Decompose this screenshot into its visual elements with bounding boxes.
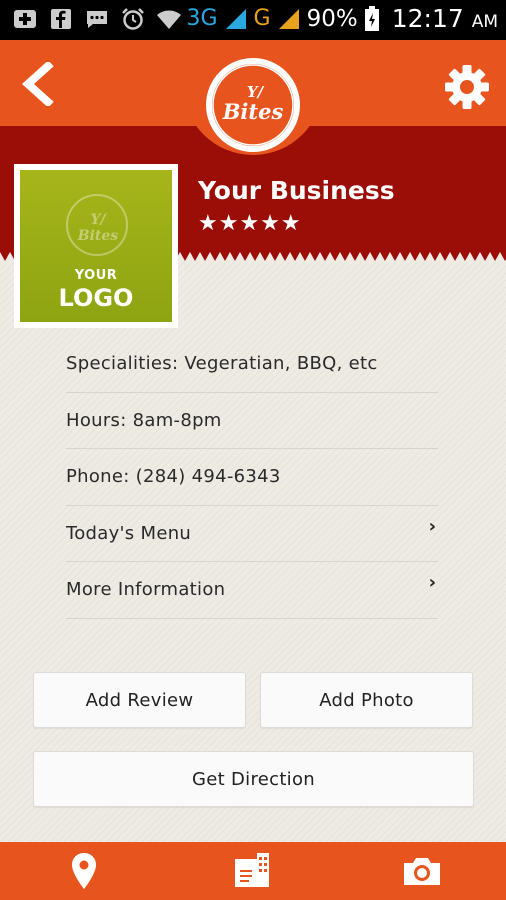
status-indicators: 3G G 90% 12:17 AM bbox=[186, 4, 498, 33]
alarm-icon bbox=[122, 8, 144, 30]
map-pin-icon bbox=[72, 853, 96, 889]
status-bar: 3G G 90% 12:17 AM bbox=[0, 0, 506, 40]
menu-tab[interactable] bbox=[232, 851, 272, 891]
map-tab[interactable] bbox=[64, 851, 104, 891]
app-logo-mark: Y/ Bites bbox=[212, 64, 294, 146]
battery-icon bbox=[364, 5, 379, 31]
business-logo: Y/ Bites YOUR LOGO bbox=[14, 164, 178, 328]
back-chevron-icon bbox=[22, 60, 54, 108]
back-button[interactable] bbox=[18, 60, 58, 108]
business-name: Your Business bbox=[198, 176, 395, 205]
wifi-icon bbox=[157, 10, 181, 29]
watermark-text: Y/ Bites bbox=[77, 212, 119, 244]
logo-caption-bottom: LOGO bbox=[58, 284, 134, 312]
network-3g: 3G bbox=[186, 6, 218, 31]
svg-text:Bites: Bites bbox=[222, 99, 284, 124]
specialities-text: Specialities: Vegeratian, BBQ, etc bbox=[66, 353, 378, 375]
bottom-nav bbox=[0, 842, 506, 900]
signal-icon bbox=[225, 8, 246, 29]
todays-menu-row[interactable]: Today's Menu › bbox=[66, 506, 438, 562]
settings-button[interactable] bbox=[444, 64, 490, 110]
clock: 12:17 AM bbox=[392, 4, 498, 33]
hours-row: Hours: 8am-8pm bbox=[66, 393, 438, 449]
add-review-button[interactable]: Add Review bbox=[33, 672, 246, 728]
add-photo-button[interactable]: Add Photo bbox=[260, 672, 473, 728]
chevron-right-icon: › bbox=[428, 515, 436, 537]
app-logo[interactable]: Y/ Bites bbox=[206, 58, 300, 152]
more-information-row[interactable]: More Information › bbox=[66, 562, 438, 619]
notification-icons bbox=[12, 6, 182, 32]
get-direction-button[interactable]: Get Direction bbox=[33, 751, 474, 807]
camera-icon bbox=[404, 858, 440, 885]
logo-caption-top: YOUR bbox=[74, 268, 118, 283]
clock-time: 12:17 bbox=[391, 4, 464, 33]
plus-box-icon bbox=[14, 10, 36, 28]
facebook-icon bbox=[51, 9, 71, 29]
network-g: G bbox=[253, 6, 271, 31]
hours-text: Hours: 8am-8pm bbox=[66, 409, 222, 431]
rating-stars: ★★★★★ bbox=[198, 211, 302, 236]
phone-text: Phone: (284) 494-6343 bbox=[66, 466, 281, 488]
signal-icon bbox=[278, 8, 299, 29]
message-icon bbox=[87, 11, 107, 28]
more-information-text: More Information bbox=[66, 579, 226, 601]
clock-suffix: AM bbox=[471, 12, 498, 32]
business-info-list: Specialities: Vegeratian, BBQ, etc Hours… bbox=[66, 336, 438, 619]
phone-row[interactable]: Phone: (284) 494-6343 bbox=[66, 449, 438, 506]
specialities-row: Specialities: Vegeratian, BBQ, etc bbox=[66, 336, 438, 393]
business-logo-placeholder: Y/ Bites YOUR LOGO bbox=[20, 170, 172, 322]
chevron-right-icon: › bbox=[428, 572, 436, 594]
battery-level: 90% bbox=[306, 5, 358, 32]
camera-tab[interactable] bbox=[402, 851, 442, 891]
todays-menu-text: Today's Menu bbox=[66, 522, 192, 544]
menu-book-icon bbox=[235, 853, 269, 887]
gear-icon bbox=[445, 65, 489, 109]
